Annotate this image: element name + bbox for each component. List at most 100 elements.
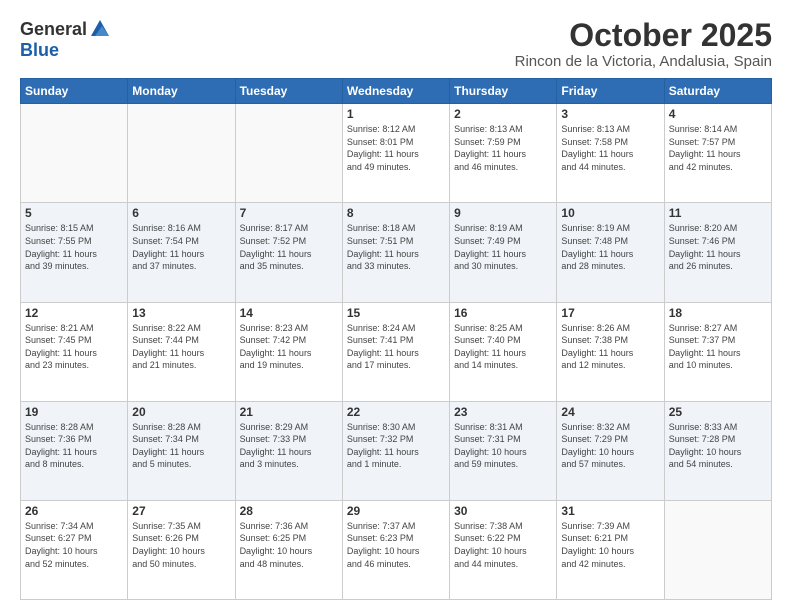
- day-number: 13: [132, 306, 230, 320]
- calendar-cell: 12 Sunrise: 8:21 AM Sunset: 7:45 PM Dayli…: [21, 302, 128, 401]
- day-info: Sunrise: 7:38 AM Sunset: 6:22 PM Dayligh…: [454, 520, 552, 570]
- day-info: Sunrise: 8:22 AM Sunset: 7:44 PM Dayligh…: [132, 322, 230, 372]
- calendar-cell: 28Sunrise: 7:36 AM Sunset: 6:25 PM Dayli…: [235, 500, 342, 599]
- calendar-cell: 31Sunrise: 7:39 AM Sunset: 6:21 PM Dayli…: [557, 500, 664, 599]
- calendar-cell: 15 Sunrise: 8:24 AM Sunset: 7:41 PM Dayli…: [342, 302, 449, 401]
- day-info: Sunrise: 8:28 AM Sunset: 7:36 PM Dayligh…: [25, 421, 123, 471]
- day-info: Sunrise: 8:29 AM Sunset: 7:33 PM Dayligh…: [240, 421, 338, 471]
- day-number: 30: [454, 504, 552, 518]
- day-info: Sunrise: 8:13 AM Sunset: 7:59 PM Dayligh…: [454, 123, 552, 173]
- day-number: 5: [25, 206, 123, 220]
- day-number: 6: [132, 206, 230, 220]
- day-info: Sunrise: 8:14 AM Sunset: 7:57 PM Dayligh…: [669, 123, 767, 173]
- day-number: 4: [669, 107, 767, 121]
- logo-general-text: General: [20, 19, 87, 40]
- day-number: 3: [561, 107, 659, 121]
- day-info: Sunrise: 8:25 AM Sunset: 7:40 PM Dayligh…: [454, 322, 552, 372]
- day-info: Sunrise: 8:16 AM Sunset: 7:54 PM Dayligh…: [132, 222, 230, 272]
- day-number: 24: [561, 405, 659, 419]
- day-info: Sunrise: 8:32 AM Sunset: 7:29 PM Dayligh…: [561, 421, 659, 471]
- day-info: Sunrise: 8:15 AM Sunset: 7:55 PM Dayligh…: [25, 222, 123, 272]
- day-number: 23: [454, 405, 552, 419]
- day-number: 17: [561, 306, 659, 320]
- day-number: 12: [25, 306, 123, 320]
- calendar-cell: 27 Sunrise: 7:35 AM Sunset: 6:26 PM Dayli…: [128, 500, 235, 599]
- calendar-cell: 24 Sunrise: 8:32 AM Sunset: 7:29 PM Dayli…: [557, 401, 664, 500]
- calendar-cell: 21Sunrise: 8:29 AM Sunset: 7:33 PM Dayli…: [235, 401, 342, 500]
- page: General Blue October 2025 Rincon de la V…: [0, 0, 792, 612]
- calendar-cell: 6 Sunrise: 8:16 AM Sunset: 7:54 PM Daylig…: [128, 203, 235, 302]
- calendar-cell: 8 Sunrise: 8:18 AM Sunset: 7:51 PM Daylig…: [342, 203, 449, 302]
- day-info: Sunrise: 8:21 AM Sunset: 7:45 PM Dayligh…: [25, 322, 123, 372]
- day-number: 1: [347, 107, 445, 121]
- day-number: 19: [25, 405, 123, 419]
- calendar-cell: 4 Sunrise: 8:14 AM Sunset: 7:57 PM Daylig…: [664, 104, 771, 203]
- day-number: 15: [347, 306, 445, 320]
- day-info: Sunrise: 8:26 AM Sunset: 7:38 PM Dayligh…: [561, 322, 659, 372]
- weekday-header: Tuesday: [235, 79, 342, 104]
- calendar-cell: 26 Sunrise: 7:34 AM Sunset: 6:27 PM Dayli…: [21, 500, 128, 599]
- calendar-cell: 3 Sunrise: 8:13 AM Sunset: 7:58 PM Daylig…: [557, 104, 664, 203]
- day-number: 9: [454, 206, 552, 220]
- calendar-cell: 25 Sunrise: 8:33 AM Sunset: 7:28 PM Dayli…: [664, 401, 771, 500]
- calendar-cell: 29 Sunrise: 7:37 AM Sunset: 6:23 PM Dayli…: [342, 500, 449, 599]
- day-number: 27: [132, 504, 230, 518]
- day-number: 20: [132, 405, 230, 419]
- day-info: Sunrise: 7:35 AM Sunset: 6:26 PM Dayligh…: [132, 520, 230, 570]
- day-number: 8: [347, 206, 445, 220]
- calendar-cell: 5 Sunrise: 8:15 AM Sunset: 7:55 PM Daylig…: [21, 203, 128, 302]
- day-info: Sunrise: 8:24 AM Sunset: 7:41 PM Dayligh…: [347, 322, 445, 372]
- location-subtitle: Rincon de la Victoria, Andalusia, Spain: [515, 53, 772, 70]
- calendar-table: SundayMondayTuesdayWednesdayThursdayFrid…: [20, 78, 772, 600]
- day-info: Sunrise: 8:31 AM Sunset: 7:31 PM Dayligh…: [454, 421, 552, 471]
- day-info: Sunrise: 7:34 AM Sunset: 6:27 PM Dayligh…: [25, 520, 123, 570]
- calendar-week-row: 5 Sunrise: 8:15 AM Sunset: 7:55 PM Daylig…: [21, 203, 772, 302]
- calendar-cell: 7Sunrise: 8:17 AM Sunset: 7:52 PM Daylig…: [235, 203, 342, 302]
- day-number: 14: [240, 306, 338, 320]
- calendar-cell: 11 Sunrise: 8:20 AM Sunset: 7:46 PM Dayli…: [664, 203, 771, 302]
- day-info: Sunrise: 7:39 AM Sunset: 6:21 PM Dayligh…: [561, 520, 659, 570]
- day-info: Sunrise: 7:36 AM Sunset: 6:25 PM Dayligh…: [240, 520, 338, 570]
- day-info: Sunrise: 8:12 AM Sunset: 8:01 PM Dayligh…: [347, 123, 445, 173]
- day-info: Sunrise: 8:13 AM Sunset: 7:58 PM Dayligh…: [561, 123, 659, 173]
- day-number: 26: [25, 504, 123, 518]
- day-number: 22: [347, 405, 445, 419]
- calendar-cell: 1 Sunrise: 8:12 AM Sunset: 8:01 PM Daylig…: [342, 104, 449, 203]
- day-number: 16: [454, 306, 552, 320]
- calendar-cell: 9 Sunrise: 8:19 AM Sunset: 7:49 PM Daylig…: [450, 203, 557, 302]
- day-info: Sunrise: 8:19 AM Sunset: 7:48 PM Dayligh…: [561, 222, 659, 272]
- calendar-cell: [21, 104, 128, 203]
- calendar-week-row: 19 Sunrise: 8:28 AM Sunset: 7:36 PM Dayli…: [21, 401, 772, 500]
- day-info: Sunrise: 8:18 AM Sunset: 7:51 PM Dayligh…: [347, 222, 445, 272]
- day-info: Sunrise: 8:27 AM Sunset: 7:37 PM Dayligh…: [669, 322, 767, 372]
- day-number: 29: [347, 504, 445, 518]
- day-info: Sunrise: 8:30 AM Sunset: 7:32 PM Dayligh…: [347, 421, 445, 471]
- logo: General Blue: [20, 18, 111, 61]
- day-number: 2: [454, 107, 552, 121]
- day-number: 18: [669, 306, 767, 320]
- calendar-cell: [128, 104, 235, 203]
- calendar-cell: 23 Sunrise: 8:31 AM Sunset: 7:31 PM Dayli…: [450, 401, 557, 500]
- calendar-cell: 20 Sunrise: 8:28 AM Sunset: 7:34 PM Dayli…: [128, 401, 235, 500]
- calendar-cell: [664, 500, 771, 599]
- day-number: 10: [561, 206, 659, 220]
- day-info: Sunrise: 8:33 AM Sunset: 7:28 PM Dayligh…: [669, 421, 767, 471]
- weekday-header: Thursday: [450, 79, 557, 104]
- weekday-header: Sunday: [21, 79, 128, 104]
- calendar-week-row: 26 Sunrise: 7:34 AM Sunset: 6:27 PM Dayli…: [21, 500, 772, 599]
- day-number: 11: [669, 206, 767, 220]
- day-info: Sunrise: 8:19 AM Sunset: 7:49 PM Dayligh…: [454, 222, 552, 272]
- calendar-cell: 18 Sunrise: 8:27 AM Sunset: 7:37 PM Dayli…: [664, 302, 771, 401]
- day-number: 25: [669, 405, 767, 419]
- logo-blue-text: Blue: [20, 40, 59, 61]
- weekday-header: Saturday: [664, 79, 771, 104]
- day-info: Sunrise: 7:37 AM Sunset: 6:23 PM Dayligh…: [347, 520, 445, 570]
- day-info: Sunrise: 8:28 AM Sunset: 7:34 PM Dayligh…: [132, 421, 230, 471]
- calendar-cell: [235, 104, 342, 203]
- day-info: Sunrise: 8:20 AM Sunset: 7:46 PM Dayligh…: [669, 222, 767, 272]
- calendar-week-row: 12 Sunrise: 8:21 AM Sunset: 7:45 PM Dayli…: [21, 302, 772, 401]
- calendar-cell: 10 Sunrise: 8:19 AM Sunset: 7:48 PM Dayli…: [557, 203, 664, 302]
- calendar-cell: 13 Sunrise: 8:22 AM Sunset: 7:44 PM Dayli…: [128, 302, 235, 401]
- day-info: Sunrise: 8:17 AM Sunset: 7:52 PM Dayligh…: [240, 222, 338, 272]
- title-block: October 2025 Rincon de la Victoria, Anda…: [515, 18, 772, 70]
